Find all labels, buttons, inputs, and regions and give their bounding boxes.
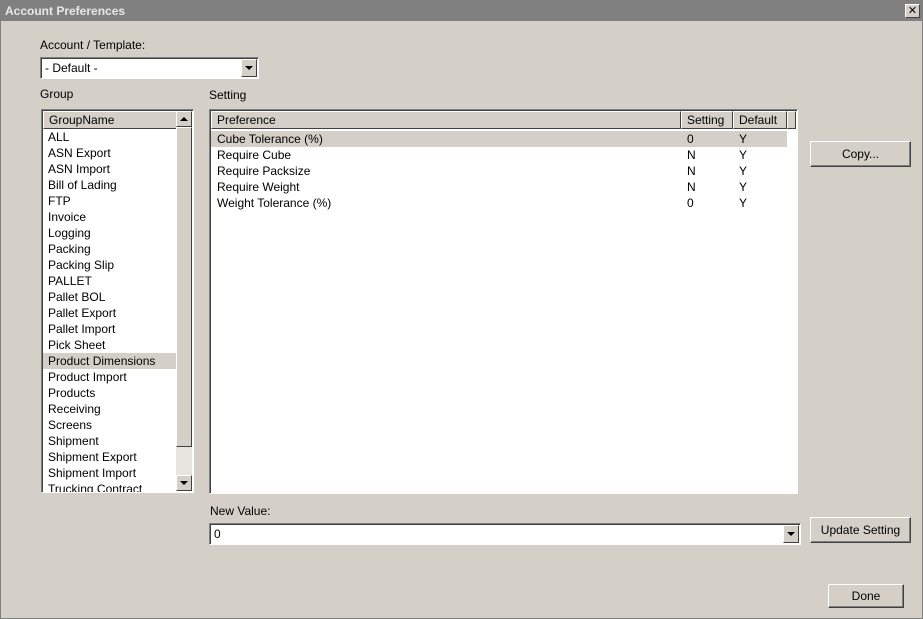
table-row[interactable]: Cube Tolerance (%) 0 Y <box>211 131 787 147</box>
group-list-item[interactable]: FTP <box>43 193 177 209</box>
preference-column-header[interactable]: Preference <box>211 111 681 129</box>
account-template-label: Account / Template: <box>40 38 146 52</box>
group-list-item[interactable]: Shipment Import <box>43 465 177 481</box>
group-list-item[interactable]: ASN Import <box>43 161 177 177</box>
window-title: Account Preferences <box>5 4 126 18</box>
table-row[interactable]: Require Weight N Y <box>211 179 787 195</box>
scroll-down-icon[interactable] <box>176 475 192 491</box>
group-list-item[interactable]: Pallet BOL <box>43 289 177 305</box>
update-setting-button[interactable]: Update Setting <box>810 517 911 543</box>
account-preferences-window: Account Preferences ✕ Account / Template… <box>0 0 923 619</box>
new-value-label: New Value: <box>210 504 271 518</box>
default-cell: Y <box>739 148 748 162</box>
preference-cell: Require Weight <box>217 180 300 194</box>
group-list: ALL ASN Export ASN Import Bill of Lading FTP… <box>43 129 177 492</box>
group-list-scrollbar[interactable] <box>176 111 192 491</box>
title-bar: Account Preferences ✕ <box>1 1 922 21</box>
done-button[interactable]: Done <box>828 584 904 608</box>
groupname-column-header[interactable]: GroupName <box>43 111 177 129</box>
group-list-item[interactable]: Pick Sheet <box>43 337 177 353</box>
header-filler <box>787 111 796 129</box>
setting-cell: 0 <box>687 196 694 210</box>
setting-column-header[interactable]: Setting <box>681 111 733 129</box>
dropdown-arrow-icon[interactable] <box>241 59 257 77</box>
preference-cell: Cube Tolerance (%) <box>217 132 323 146</box>
group-list-item[interactable]: Trucking Contract <box>43 481 177 492</box>
table-row[interactable]: Require Cube N Y <box>211 147 787 163</box>
group-list-item[interactable]: Shipment Export <box>43 449 177 465</box>
account-template-dropdown[interactable]: - Default - <box>40 57 259 79</box>
preference-cell: Require Cube <box>217 148 292 162</box>
group-list-item[interactable]: Logging <box>43 225 177 241</box>
group-list-item[interactable]: Packing <box>43 241 177 257</box>
default-cell: Y <box>739 196 748 210</box>
group-list-item[interactable]: Receiving <box>43 401 177 417</box>
default-cell: Y <box>739 164 748 178</box>
close-icon[interactable]: ✕ <box>905 4 920 18</box>
settings-table: Preference Setting Default Cube Toleranc… <box>209 109 798 494</box>
scroll-thumb[interactable] <box>176 127 192 447</box>
copy-button[interactable]: Copy... <box>810 141 911 167</box>
group-list-item[interactable]: Invoice <box>43 209 177 225</box>
setting-cell: N <box>687 180 696 194</box>
group-list-panel: GroupName ALL ASN Export ASN Import Bill of… <box>41 109 194 493</box>
setting-cell: 0 <box>687 132 694 146</box>
group-list-item[interactable]: ASN Export <box>43 145 177 161</box>
dropdown-arrow-icon[interactable] <box>783 525 799 543</box>
group-list-item[interactable]: Pallet Import <box>43 321 177 337</box>
group-list-item[interactable]: Products <box>43 385 177 401</box>
group-list-item[interactable]: Pallet Export <box>43 305 177 321</box>
group-label: Group <box>40 87 74 101</box>
default-column-header[interactable]: Default <box>733 111 787 129</box>
table-row[interactable]: Weight Tolerance (%) 0 Y <box>211 195 787 211</box>
scroll-up-icon[interactable] <box>176 111 192 127</box>
account-template-value: - Default - <box>45 61 98 75</box>
setting-label: Setting <box>209 88 247 102</box>
table-row[interactable]: Require Packsize N Y <box>211 163 787 179</box>
group-list-item[interactable]: Bill of Lading <box>43 177 177 193</box>
preference-cell: Require Packsize <box>217 164 311 178</box>
new-value-value: 0 <box>214 527 221 541</box>
setting-cell: N <box>687 148 696 162</box>
new-value-dropdown[interactable]: 0 <box>209 523 801 545</box>
group-list-item[interactable]: PALLET <box>43 273 177 289</box>
group-list-item[interactable]: Packing Slip <box>43 257 177 273</box>
group-list-item[interactable]: Screens <box>43 417 177 433</box>
default-cell: Y <box>739 132 748 146</box>
group-list-item[interactable]: Shipment <box>43 433 177 449</box>
default-cell: Y <box>739 180 748 194</box>
group-list-item[interactable]: ALL <box>43 129 177 145</box>
group-list-item[interactable]: Product Import <box>43 369 177 385</box>
preference-cell: Weight Tolerance (%) <box>217 196 332 210</box>
group-list-item[interactable]: Product Dimensions <box>43 353 177 369</box>
setting-cell: N <box>687 164 696 178</box>
